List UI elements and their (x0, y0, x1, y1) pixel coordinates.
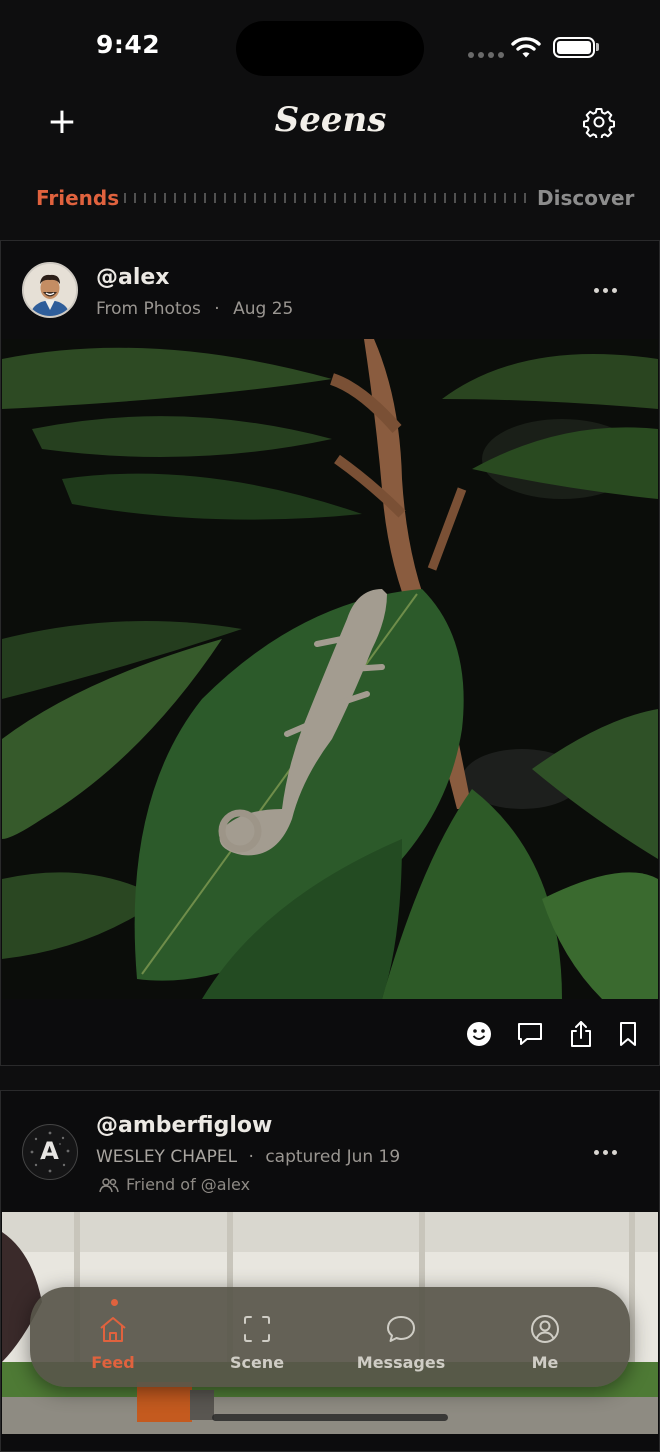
plus-icon: + (46, 101, 78, 142)
tab-bar: Feed Scene Messages Me (30, 1287, 630, 1387)
home-indicator[interactable] (212, 1414, 448, 1421)
settings-button[interactable] (583, 106, 615, 138)
scan-icon (244, 1316, 270, 1342)
smiley-icon (467, 1022, 491, 1046)
post-meta: From Photos · Aug 25 (96, 299, 293, 319)
gear-icon (583, 108, 615, 138)
bookmark-icon (620, 1022, 636, 1046)
more-options-button[interactable] (594, 1150, 622, 1158)
post-username[interactable]: @amberfiglow (96, 1113, 272, 1138)
avatar[interactable]: A (22, 1124, 78, 1180)
post-location: WESLEY CHAPEL (96, 1147, 238, 1167)
avatar[interactable] (22, 262, 78, 318)
battery-icon (553, 37, 595, 58)
post-photo[interactable] (2, 339, 658, 999)
active-tab-indicator (111, 1299, 118, 1306)
share-icon (571, 1021, 591, 1047)
friend-of-text: Friend of @alex (126, 1175, 251, 1194)
post-date: Aug 25 (233, 299, 294, 319)
status-time: 9:42 (96, 30, 161, 59)
tab-me[interactable]: Me (490, 1287, 600, 1387)
meta-separator: · (214, 299, 220, 319)
dynamic-island (236, 21, 424, 76)
post-meta: WESLEY CHAPEL · captured Jun 19 (96, 1147, 400, 1167)
comment-icon (518, 1023, 542, 1045)
react-button[interactable] (464, 1019, 494, 1049)
tab-scene-label: Scene (229, 1353, 285, 1372)
post-source: From Photos (96, 299, 201, 319)
profile-icon (531, 1315, 559, 1343)
home-icon (100, 1317, 126, 1342)
post-captured-date: captured Jun 19 (265, 1147, 401, 1167)
app-logo: Seens (274, 100, 387, 140)
bookmark-button[interactable] (613, 1019, 643, 1049)
tab-me-label: Me (531, 1353, 559, 1372)
comment-button[interactable] (515, 1019, 545, 1049)
avatar-letter: A (40, 1137, 59, 1165)
tab-friends[interactable]: Friends (36, 186, 119, 210)
share-button[interactable] (566, 1019, 596, 1049)
friends-icon (99, 1177, 119, 1192)
signal-icon (468, 52, 504, 58)
wifi-icon (511, 37, 541, 58)
post-username[interactable]: @alex (96, 265, 170, 290)
tab-messages-label: Messages (356, 1353, 446, 1372)
more-options-button[interactable] (594, 288, 622, 296)
battery-tip (596, 43, 599, 51)
tab-messages[interactable]: Messages (346, 1287, 456, 1387)
tab-feed-label: Feed (91, 1353, 135, 1372)
meta-separator: · (248, 1147, 254, 1167)
tab-discover[interactable]: Discover (537, 186, 634, 210)
chat-bubble-icon (387, 1316, 415, 1342)
add-post-button[interactable]: + (46, 104, 78, 140)
segment-slider-track[interactable] (124, 193, 528, 203)
friend-of-label: Friend of @alex (98, 1175, 250, 1194)
tab-scene[interactable]: Scene (202, 1287, 312, 1387)
